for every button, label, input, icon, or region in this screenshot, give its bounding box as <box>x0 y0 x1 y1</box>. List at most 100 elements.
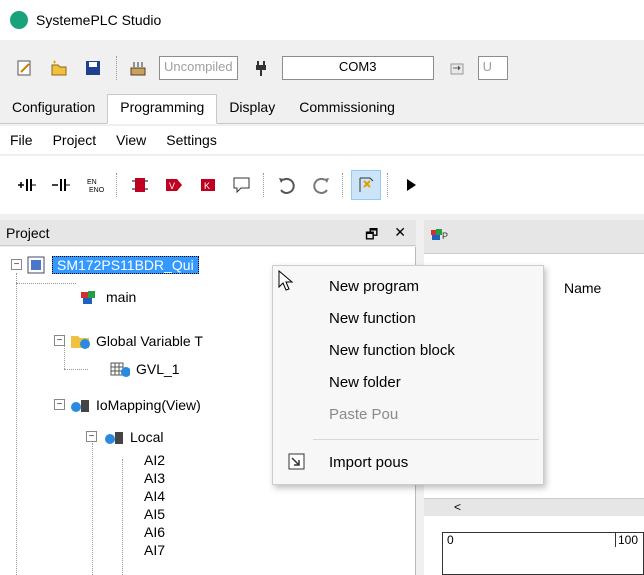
open-project-button[interactable] <box>46 55 72 81</box>
insert-coil-button[interactable]: V <box>159 170 189 200</box>
channel-label: AI2 <box>144 452 166 468</box>
menu-new-function[interactable]: New function <box>329 310 416 327</box>
program-icon: P <box>431 229 448 241</box>
undo-icon <box>279 177 295 194</box>
en-eno-button[interactable]: EN ENO <box>80 170 110 200</box>
plug-icon <box>255 61 266 76</box>
menu-settings[interactable]: Settings <box>166 132 217 148</box>
tree-node-gvl[interactable]: GVL_1 <box>110 357 180 381</box>
tree-node-channel[interactable]: AI5 <box>144 505 165 523</box>
title-bar: SystemePLC Studio <box>0 0 644 40</box>
menu-project[interactable]: Project <box>53 132 97 148</box>
tree-node-root[interactable]: SM172PS11BDR_Qui <box>26 253 199 277</box>
eno-label: ENO <box>89 187 105 194</box>
tree-root-label: SM172PS11BDR_Qui <box>52 256 199 274</box>
tree-guide <box>122 459 123 575</box>
ruler-next-label: 100 <box>615 533 638 547</box>
plc-device-icon <box>26 256 46 274</box>
tab-commissioning[interactable]: Commissioning <box>287 95 407 123</box>
insert-jump-button[interactable]: K <box>193 170 223 200</box>
menu-view[interactable]: View <box>116 132 146 148</box>
io-local-icon <box>104 428 124 446</box>
ruler-start-label: 0 <box>447 533 454 547</box>
secondary-status-field: U <box>477 56 508 80</box>
io-mapping-icon <box>70 396 90 414</box>
jump-icon: K <box>201 179 215 191</box>
menu-separator <box>313 439 539 440</box>
collapse-global-vars-toggle[interactable]: − <box>54 335 65 346</box>
compile-button[interactable] <box>125 55 151 81</box>
save-button[interactable] <box>80 55 106 81</box>
menu-new-folder[interactable]: New folder <box>329 374 401 391</box>
mouse-cursor-icon <box>278 270 294 291</box>
insert-contact-after-button[interactable] <box>46 170 76 200</box>
tree-guide <box>16 273 17 575</box>
editor-tab-main[interactable]: P <box>430 226 452 247</box>
tab-configuration[interactable]: Configuration <box>0 95 107 123</box>
collapse-local-toggle[interactable]: − <box>86 431 97 442</box>
channel-label: AI6 <box>144 524 166 540</box>
menu-new-program[interactable]: New program <box>329 278 419 295</box>
tree-global-vars-label: Global Variable T <box>96 333 203 349</box>
horizontal-scrollbar[interactable]: < <box>424 498 644 516</box>
collapse-root-toggle[interactable]: − <box>11 259 22 270</box>
new-project-icon <box>17 60 31 76</box>
main-toolbar: Uncompiled COM3 U <box>0 44 644 92</box>
column-header-name[interactable]: Name <box>564 280 601 296</box>
window-title: SystemePLC Studio <box>36 12 162 28</box>
toolbar-separator <box>263 173 264 197</box>
new-project-button[interactable] <box>12 55 38 81</box>
block-icon <box>132 178 148 192</box>
svg-text:K: K <box>204 181 210 191</box>
tree-node-global-vars[interactable]: Global Variable T <box>70 329 203 353</box>
timeline-ruler: 0 100 <box>442 532 644 575</box>
app-logo <box>10 11 28 29</box>
scroll-left-icon[interactable]: < <box>454 500 461 514</box>
connect-button[interactable] <box>248 55 274 81</box>
compile-icon <box>130 62 146 76</box>
close-panel-icon[interactable]: ✕ <box>394 224 406 248</box>
insert-comment-button[interactable] <box>227 170 257 200</box>
menu-file[interactable]: File <box>10 132 33 148</box>
tree-node-channel[interactable]: AI3 <box>144 469 165 487</box>
menu-paste-pou: Paste Pou <box>329 406 399 423</box>
svg-text:V: V <box>169 181 175 191</box>
tree-node-channel[interactable]: AI2 <box>144 451 165 469</box>
redo-icon <box>313 177 329 194</box>
insert-contact-before-button[interactable] <box>12 170 42 200</box>
tree-node-channel[interactable]: AI6 <box>144 523 165 541</box>
collapse-iomapping-toggle[interactable]: − <box>54 399 65 410</box>
tree-node-main[interactable]: main <box>80 285 136 309</box>
toolbar-separator <box>116 56 117 80</box>
channel-label: AI7 <box>144 542 166 558</box>
menu-import-pous[interactable]: Import pous <box>329 454 408 471</box>
channel-label: AI3 <box>144 470 166 486</box>
insert-contact-after-icon <box>52 179 70 191</box>
tree-node-iomapping[interactable]: IoMapping(View) <box>70 393 201 417</box>
toggle-edit-mode-button[interactable] <box>351 170 381 200</box>
com-port-select[interactable]: COM3 <box>281 56 434 80</box>
save-icon <box>86 61 100 75</box>
project-panel-header: Project 🗗 ✕ <box>0 220 416 246</box>
insert-block-button[interactable] <box>125 170 155 200</box>
toolbar-separator <box>342 173 343 197</box>
toolbar-separator <box>116 173 117 197</box>
coil-icon: V <box>166 179 182 191</box>
open-project-icon <box>51 60 67 76</box>
undo-button[interactable] <box>272 170 302 200</box>
tree-node-channel[interactable]: AI7 <box>144 541 165 559</box>
transfer-button[interactable] <box>444 55 470 81</box>
folder-globe-icon <box>70 332 90 350</box>
tab-display[interactable]: Display <box>217 95 287 123</box>
import-icon <box>288 453 305 470</box>
menu-new-function-block[interactable]: New function block <box>329 342 455 359</box>
tab-programming[interactable]: Programming <box>107 94 218 124</box>
run-button[interactable] <box>396 170 426 200</box>
float-panel-icon[interactable]: 🗗 <box>365 224 378 248</box>
editor-toolbar: EN ENO V K <box>0 156 644 214</box>
redo-button[interactable] <box>306 170 336 200</box>
channel-label: AI4 <box>144 488 166 504</box>
tree-node-channel[interactable]: AI4 <box>144 487 165 505</box>
transfer-icon <box>450 63 464 75</box>
tree-node-local[interactable]: Local <box>104 425 163 449</box>
